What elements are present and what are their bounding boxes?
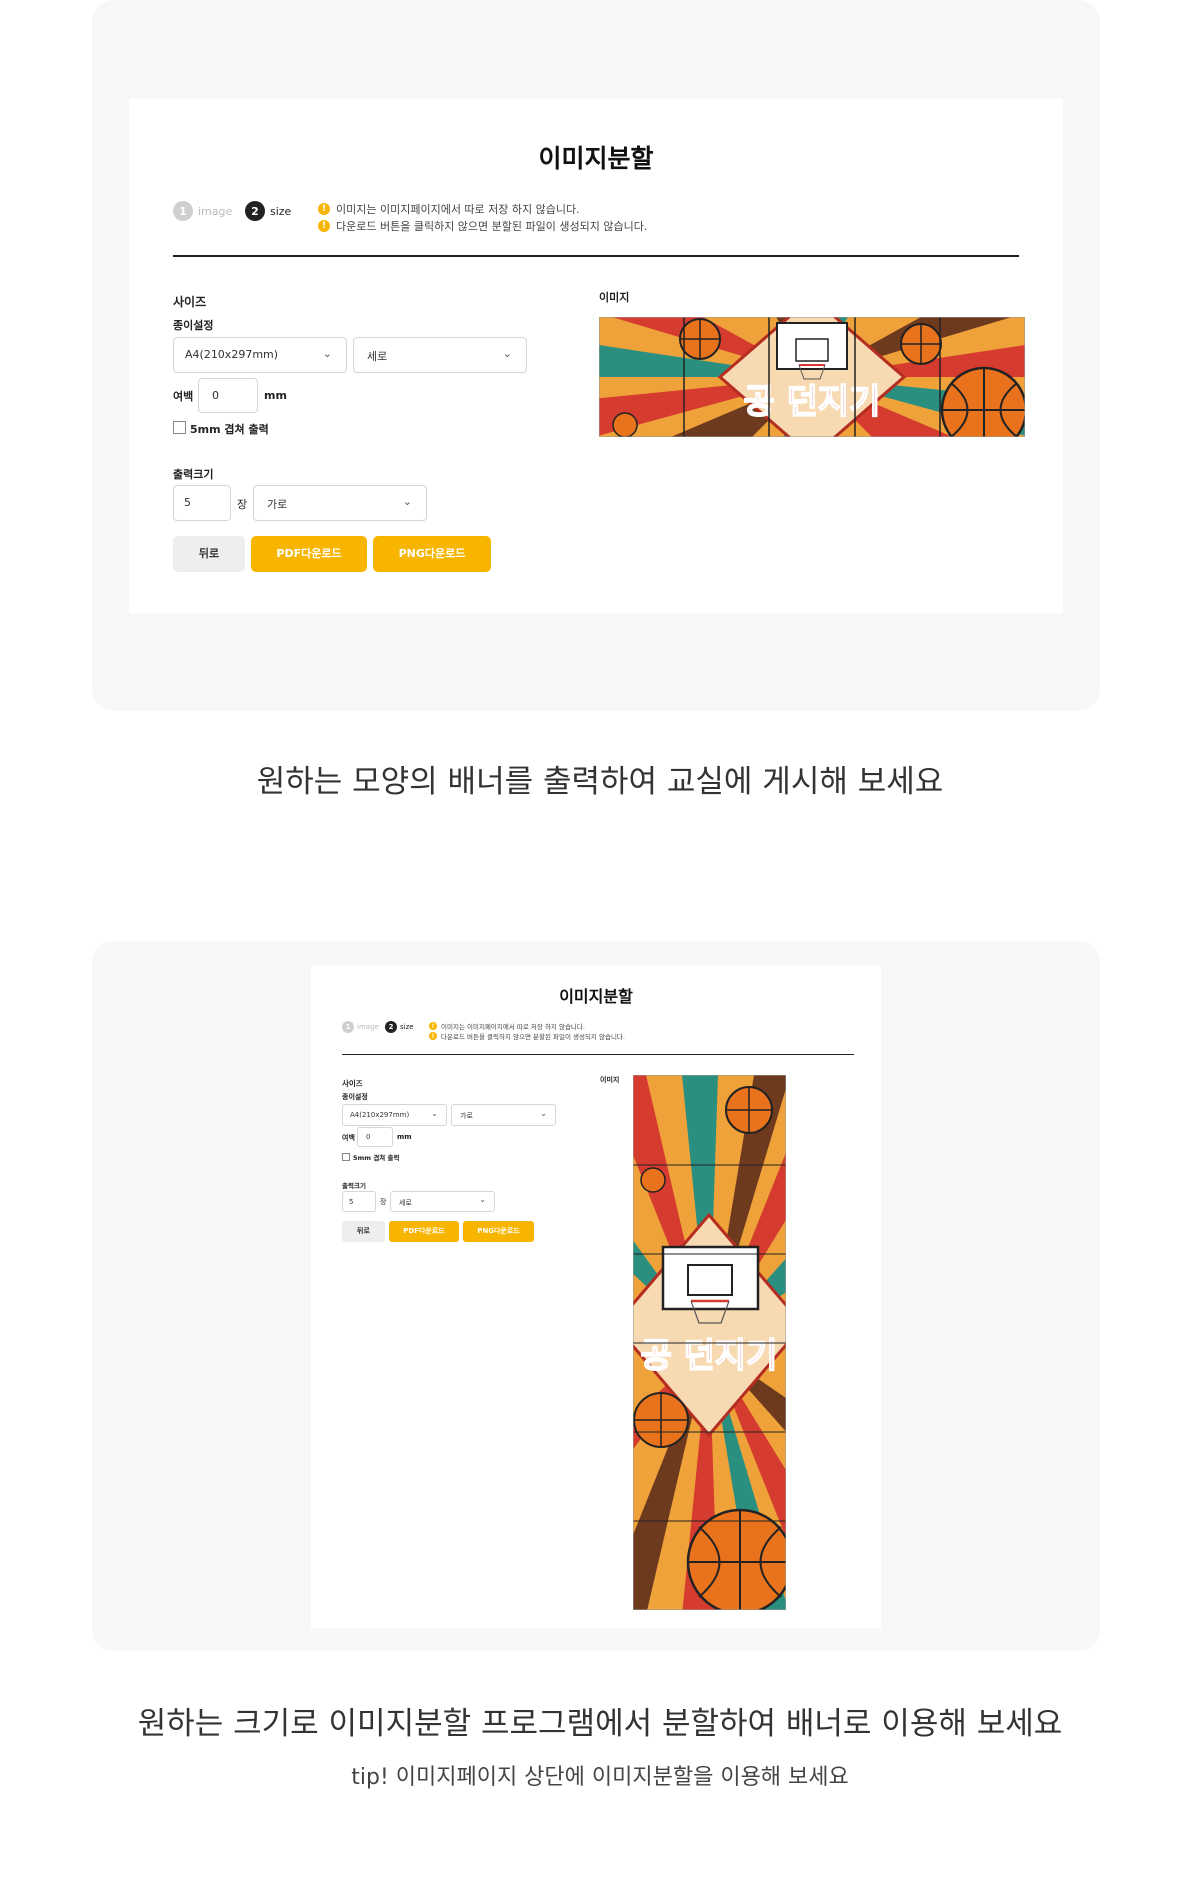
notice-text: 다운로드 버튼을 클릭하지 않으면 분할된 파일이 생성되지 않습니다. [336, 220, 648, 233]
output-count-input[interactable]: 5 [173, 485, 231, 521]
output-count-value: 5 [184, 496, 191, 509]
hoop-backboard [661, 1245, 760, 1311]
step-image[interactable]: 1 image [173, 200, 232, 222]
caption-1: 원하는 모양의 배너를 출력하여 교실에 게시해 보세요 [256, 764, 944, 800]
warning-icon: ! [318, 203, 330, 215]
paper-label: 종이설정 [342, 1093, 368, 1101]
margin-input[interactable]: 0 [198, 378, 258, 413]
banner-title: 공 던지기 [641, 1336, 778, 1376]
chevron-down-icon: ⌄ [479, 1195, 486, 1204]
output-unit: 장 [380, 1198, 387, 1206]
basketball-icon [612, 412, 638, 437]
paper-select[interactable]: A4(210x297mm) ⌄ [342, 1104, 447, 1126]
output-count-value: 5 [349, 1198, 354, 1206]
notice-text: 다운로드 버튼을 클릭하지 않으면 분할된 파일이 생성되지 않습니다. [441, 1033, 625, 1041]
screenshot-card-1: 이미지분할 1 image 2 size ! 이미지는 이미지페이지에서 따로 … [92, 0, 1100, 711]
step-2-label: size [270, 204, 292, 218]
back-button[interactable]: 뒤로 [173, 536, 245, 572]
step-2-label: size [400, 1023, 414, 1031]
banner-title: 공 던지기 [744, 382, 881, 422]
margin-value: 0 [366, 1133, 371, 1141]
size-heading: 사이즈 [342, 1079, 363, 1088]
banner-preview-vertical: 공 던지기 [633, 1075, 786, 1610]
notice-text: 이미지는 이미지페이지에서 따로 저장 하지 않습니다. [441, 1023, 585, 1031]
step-size[interactable]: 2 size [245, 200, 291, 222]
warning-icon: ! [318, 220, 330, 232]
paper-select[interactable]: A4(210x297mm) ⌄ [173, 337, 347, 373]
notice-2: ! 다운로드 버튼을 클릭하지 않으면 분할된 파일이 생성되지 않습니다. [429, 1031, 625, 1041]
step-image[interactable]: 1 image [342, 1020, 379, 1034]
header-divider [173, 255, 1019, 257]
step-1-label: image [357, 1023, 379, 1031]
image-heading: 이미지 [599, 291, 630, 304]
header-divider [342, 1054, 854, 1055]
warning-icon: ! [429, 1022, 437, 1030]
output-direction-value: 세로 [399, 1199, 412, 1207]
margin-label: 여백 [173, 390, 194, 403]
split-panel-2: 이미지분할 1 image 2 size ! 이미지는 이미지페이지에서 따로 … [311, 965, 881, 1628]
output-unit: 장 [237, 498, 248, 511]
split-panel-1: 이미지분할 1 image 2 size ! 이미지는 이미지페이지에서 따로 … [129, 99, 1063, 613]
orientation-select-value: 가로 [460, 1112, 473, 1120]
paper-select-value: A4(210x297mm) [350, 1111, 410, 1119]
chevron-down-icon: ⌄ [402, 495, 412, 508]
output-label: 출력크기 [342, 1182, 366, 1190]
png-download-button[interactable]: PNG다운로드 [373, 536, 491, 572]
warning-icon: ! [429, 1032, 437, 1040]
back-button[interactable]: 뒤로 [342, 1221, 385, 1242]
caption-2: 원하는 크기로 이미지분할 프로그램에서 분할하여 배너로 이용해 보세요 [137, 1706, 1063, 1742]
chevron-down-icon: ⌄ [502, 347, 512, 360]
output-label: 출력크기 [173, 468, 214, 481]
page-title: 이미지분할 [559, 987, 633, 1006]
overlap-checkbox[interactable] [173, 421, 186, 434]
pdf-download-button[interactable]: PDF다운로드 [389, 1221, 459, 1242]
output-direction-select[interactable]: 가로 ⌄ [253, 485, 427, 521]
banner-preview-horizontal: 공 던지기 [599, 317, 1025, 437]
pdf-download-button[interactable]: PDF다운로드 [251, 536, 367, 572]
overlap-label: 5mm 겹쳐 출력 [190, 423, 269, 436]
page-title: 이미지분할 [538, 144, 654, 173]
overlap-label: 5mm 겹쳐 출력 [353, 1154, 400, 1162]
margin-value: 0 [212, 389, 219, 402]
image-heading: 이미지 [600, 1076, 620, 1084]
margin-unit: mm [264, 389, 287, 402]
output-direction-select[interactable]: 세로 ⌄ [390, 1191, 495, 1212]
paper-select-value: A4(210x297mm) [185, 348, 279, 361]
orientation-select[interactable]: 가로 ⌄ [451, 1104, 556, 1126]
size-heading: 사이즈 [173, 295, 207, 309]
tip-text: tip! 이미지페이지 상단에 이미지분할을 이용해 보세요 [351, 1765, 849, 1790]
margin-input[interactable]: 0 [357, 1127, 393, 1147]
notice-text: 이미지는 이미지페이지에서 따로 저장 하지 않습니다. [336, 203, 580, 216]
basketball-icon [640, 1167, 666, 1193]
notice-1: ! 이미지는 이미지페이지에서 따로 저장 하지 않습니다. [429, 1021, 585, 1031]
notice-2: ! 다운로드 버튼을 클릭하지 않으면 분할된 파일이 생성되지 않습니다. [318, 218, 647, 234]
png-download-button[interactable]: PNG다운로드 [463, 1221, 534, 1242]
step-2-circle: 2 [245, 201, 265, 221]
step-size[interactable]: 2 size [385, 1020, 414, 1034]
chevron-down-icon: ⌄ [322, 347, 332, 360]
step-1-label: image [198, 204, 233, 218]
screenshot-card-2: 이미지분할 1 image 2 size ! 이미지는 이미지페이지에서 따로 … [92, 941, 1100, 1651]
output-direction-value: 가로 [267, 498, 288, 511]
output-count-input[interactable]: 5 [342, 1191, 376, 1212]
chevron-down-icon: ⌄ [431, 1109, 438, 1118]
margin-label: 여백 [342, 1134, 355, 1142]
chevron-down-icon: ⌄ [540, 1109, 547, 1118]
hoop-backboard [776, 322, 848, 370]
notice-1: ! 이미지는 이미지페이지에서 따로 저장 하지 않습니다. [318, 201, 580, 217]
margin-unit: mm [397, 1133, 412, 1141]
step-2-circle: 2 [385, 1021, 397, 1033]
overlap-checkbox[interactable] [342, 1153, 350, 1161]
paper-label: 종이설정 [173, 319, 214, 332]
orientation-select-value: 세로 [367, 350, 388, 363]
step-1-circle: 1 [173, 201, 193, 221]
step-1-circle: 1 [342, 1021, 354, 1033]
orientation-select[interactable]: 세로 ⌄ [353, 337, 527, 373]
